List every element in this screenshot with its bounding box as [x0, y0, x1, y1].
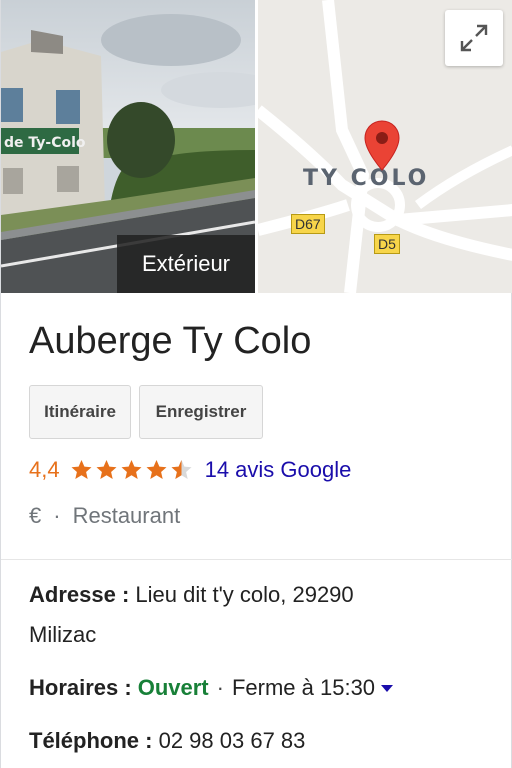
- address-label: Adresse :: [29, 582, 130, 607]
- address-line-2[interactable]: Milizac: [29, 622, 96, 647]
- separator-dot: ·: [53, 503, 61, 528]
- category-row: € · Restaurant: [29, 503, 180, 529]
- exterior-photo[interactable]: de Ty-Colo Extérieur: [1, 0, 255, 293]
- directions-button[interactable]: Itinéraire: [29, 385, 131, 439]
- phone-section: Téléphone : 02 98 03 67 83: [29, 721, 305, 761]
- address-line-1[interactable]: Lieu dit t'y colo, 29290: [135, 582, 353, 607]
- map-pin-icon: [364, 120, 400, 171]
- road-badge-d67: D67: [291, 214, 325, 234]
- address-section: Adresse : Lieu dit t'y colo, 29290 Miliz…: [29, 575, 499, 655]
- hours-section: Horaires : Ouvert · Ferme à 15:30: [29, 668, 394, 708]
- place-title: Auberge Ty Colo: [29, 320, 312, 362]
- star-icon: [96, 460, 117, 479]
- hours-separator: ·: [216, 675, 224, 700]
- rating-row: 4,4 14 avis Google: [29, 455, 351, 485]
- half-star-icon: [171, 460, 192, 479]
- hours-status: Ouvert: [137, 675, 209, 700]
- star-icon: [71, 460, 92, 479]
- category-label: Restaurant: [72, 503, 181, 528]
- expand-icon: [460, 24, 488, 52]
- expand-map-button[interactable]: [445, 10, 503, 66]
- price-level: €: [29, 503, 42, 528]
- phone-number[interactable]: 02 98 03 67 83: [159, 728, 306, 753]
- hours-label: Horaires :: [29, 675, 132, 700]
- star-icon: [121, 460, 142, 479]
- star-icon: [146, 460, 167, 479]
- media-header: de Ty-Colo Extérieur TY COLO D67 D5: [1, 0, 512, 293]
- caret-down-icon[interactable]: [381, 684, 394, 692]
- road-badge-d5: D5: [374, 234, 400, 254]
- hours-close-time[interactable]: Ferme à 15:30: [232, 668, 375, 708]
- rating-value: 4,4: [29, 457, 60, 482]
- photo-sign-text: de Ty-Colo: [4, 135, 86, 151]
- rating-stars: [69, 458, 194, 482]
- save-button[interactable]: Enregistrer: [139, 385, 263, 439]
- reviews-link[interactable]: 14 avis Google: [205, 457, 352, 483]
- photo-label: Extérieur: [117, 235, 255, 293]
- map-thumbnail[interactable]: TY COLO D67 D5: [258, 0, 512, 293]
- phone-label: Téléphone :: [29, 728, 153, 753]
- knowledge-panel: de Ty-Colo Extérieur TY COLO D67 D5 Aube…: [0, 0, 512, 768]
- section-divider: [1, 559, 512, 560]
